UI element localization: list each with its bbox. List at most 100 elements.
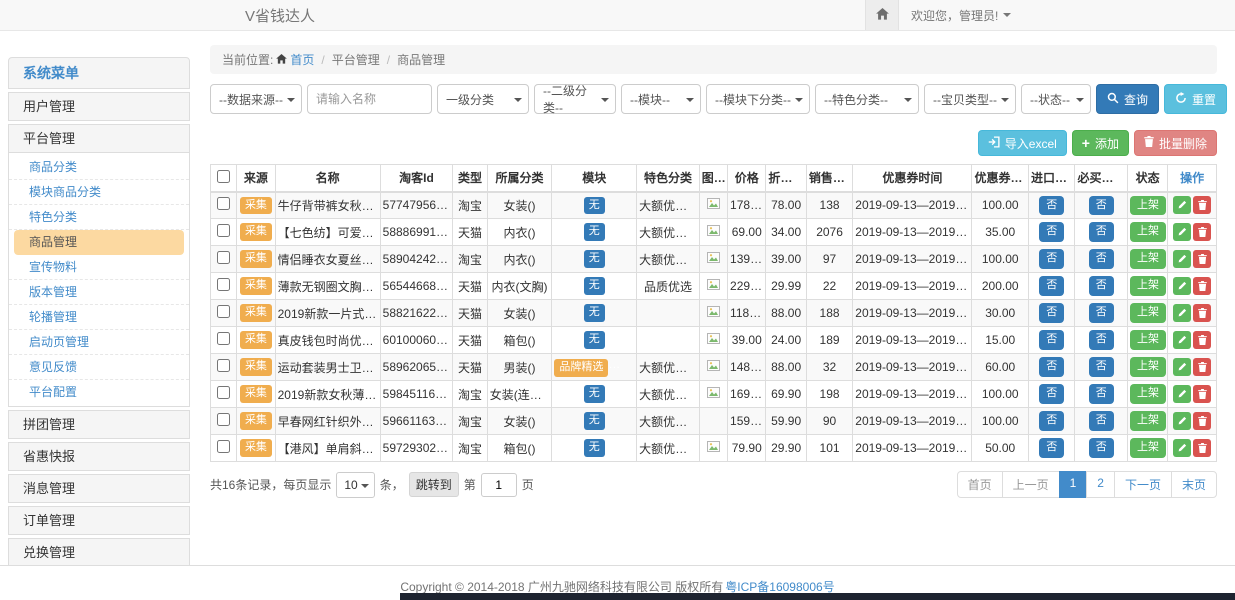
filter-item-type-select[interactable]: --宝贝类型-- <box>924 84 1016 114</box>
must-buy-toggle[interactable]: 否 <box>1089 249 1114 268</box>
status-badge[interactable]: 上架 <box>1130 249 1166 268</box>
imported-toggle[interactable]: 否 <box>1039 357 1064 376</box>
row-checkbox[interactable] <box>217 278 230 291</box>
imported-toggle[interactable]: 否 <box>1039 438 1064 457</box>
imported-toggle[interactable]: 否 <box>1039 330 1064 349</box>
filter-status-select[interactable]: --状态-- <box>1021 84 1091 114</box>
reset-button[interactable]: 重置 <box>1164 84 1227 114</box>
filter-feature-select[interactable]: --特色分类-- <box>815 84 919 114</box>
row-checkbox[interactable] <box>217 197 230 210</box>
filter-category1-select[interactable]: 一级分类 <box>437 84 529 114</box>
pager-prev[interactable]: 上一页 <box>1002 471 1060 498</box>
delete-button[interactable] <box>1193 304 1211 322</box>
must-buy-toggle[interactable]: 否 <box>1089 438 1114 457</box>
filter-category2-select[interactable]: --二级分类-- <box>534 84 616 114</box>
import-excel-button[interactable]: 导入excel <box>978 130 1067 156</box>
filter-module-select[interactable]: --模块-- <box>621 84 701 114</box>
status-badge[interactable]: 上架 <box>1130 330 1166 349</box>
edit-button[interactable] <box>1173 358 1191 376</box>
imported-toggle[interactable]: 否 <box>1039 303 1064 322</box>
delete-button[interactable] <box>1193 385 1211 403</box>
sidebar-item[interactable]: 意见反馈 <box>9 355 189 380</box>
edit-button[interactable] <box>1173 439 1191 457</box>
must-buy-toggle[interactable]: 否 <box>1089 303 1114 322</box>
imported-toggle[interactable]: 否 <box>1039 222 1064 241</box>
sidebar-item[interactable]: 模块商品分类 <box>9 180 189 205</box>
imported-toggle[interactable]: 否 <box>1039 384 1064 403</box>
row-checkbox[interactable] <box>217 305 230 318</box>
user-menu[interactable]: 欢迎您，管理员! <box>899 7 1025 24</box>
edit-button[interactable] <box>1173 223 1191 241</box>
sidebar-group[interactable]: 平台管理 <box>8 124 190 153</box>
row-checkbox[interactable] <box>217 224 230 237</box>
pager-next[interactable]: 下一页 <box>1114 471 1172 498</box>
filter-module-sub-select[interactable]: --模块下分类-- <box>706 84 810 114</box>
sidebar-group[interactable]: 兑换管理 <box>8 538 190 567</box>
delete-button[interactable] <box>1193 331 1211 349</box>
imported-toggle[interactable]: 否 <box>1039 196 1064 215</box>
sidebar-group[interactable]: 订单管理 <box>8 506 190 535</box>
sidebar-item[interactable]: 商品分类 <box>9 155 189 180</box>
pager-page-2[interactable]: 2 <box>1086 471 1115 498</box>
imported-toggle[interactable]: 否 <box>1039 276 1064 295</box>
sidebar-item[interactable]: 启动页管理 <box>9 330 189 355</box>
page-size-select[interactable]: 10 <box>336 472 374 498</box>
delete-button[interactable] <box>1193 439 1211 457</box>
must-buy-toggle[interactable]: 否 <box>1089 196 1114 215</box>
status-badge[interactable]: 上架 <box>1130 438 1166 457</box>
edit-button[interactable] <box>1173 277 1191 295</box>
delete-button[interactable] <box>1193 358 1211 376</box>
delete-button[interactable] <box>1193 250 1211 268</box>
sidebar-item[interactable]: 版本管理 <box>9 280 189 305</box>
batch-delete-button[interactable]: 批量删除 <box>1134 130 1217 156</box>
status-badge[interactable]: 上架 <box>1130 196 1166 215</box>
must-buy-toggle[interactable]: 否 <box>1089 357 1114 376</box>
must-buy-toggle[interactable]: 否 <box>1089 411 1114 430</box>
sidebar-item-active[interactable]: 商品管理 <box>14 230 184 255</box>
edit-button[interactable] <box>1173 385 1191 403</box>
sidebar-item[interactable]: 轮播管理 <box>9 305 189 330</box>
add-button[interactable]: + 添加 <box>1072 130 1129 156</box>
filter-source-select[interactable]: --数据来源-- <box>210 84 302 114</box>
delete-button[interactable] <box>1193 196 1211 214</box>
status-badge[interactable]: 上架 <box>1130 276 1166 295</box>
status-badge[interactable]: 上架 <box>1130 303 1166 322</box>
delete-button[interactable] <box>1193 277 1211 295</box>
sidebar-group[interactable]: 消息管理 <box>8 474 190 503</box>
status-badge[interactable]: 上架 <box>1130 384 1166 403</box>
row-checkbox[interactable] <box>217 413 230 426</box>
must-buy-toggle[interactable]: 否 <box>1089 222 1114 241</box>
row-checkbox[interactable] <box>217 251 230 264</box>
imported-toggle[interactable]: 否 <box>1039 411 1064 430</box>
delete-button[interactable] <box>1193 223 1211 241</box>
search-button[interactable]: 查询 <box>1096 84 1159 114</box>
row-checkbox[interactable] <box>217 332 230 345</box>
edit-button[interactable] <box>1173 304 1191 322</box>
must-buy-toggle[interactable]: 否 <box>1089 330 1114 349</box>
sidebar-item[interactable]: 平台配置 <box>9 380 189 404</box>
edit-button[interactable] <box>1173 331 1191 349</box>
sidebar-group[interactable]: 省惠快报 <box>8 442 190 471</box>
must-buy-toggle[interactable]: 否 <box>1089 276 1114 295</box>
sidebar-item[interactable]: 宣传物料 <box>9 255 189 280</box>
status-badge[interactable]: 上架 <box>1130 222 1166 241</box>
pager-first[interactable]: 首页 <box>957 471 1003 498</box>
row-checkbox[interactable] <box>217 386 230 399</box>
status-badge[interactable]: 上架 <box>1130 357 1166 376</box>
jump-button[interactable]: 跳转到 <box>409 472 459 497</box>
status-badge[interactable]: 上架 <box>1130 411 1166 430</box>
home-button[interactable] <box>865 0 899 30</box>
row-checkbox[interactable] <box>217 440 230 453</box>
sidebar-group[interactable]: 拼团管理 <box>8 410 190 439</box>
breadcrumb-home-link[interactable]: 首页 <box>290 51 314 68</box>
must-buy-toggle[interactable]: 否 <box>1089 384 1114 403</box>
page-number-input[interactable] <box>481 473 517 497</box>
select-all-checkbox[interactable] <box>217 170 230 183</box>
sidebar-item[interactable]: 特色分类 <box>9 205 189 230</box>
filter-name-input[interactable] <box>307 84 432 114</box>
edit-button[interactable] <box>1173 196 1191 214</box>
pager-page-1[interactable]: 1 <box>1059 471 1088 498</box>
sidebar-group[interactable]: 用户管理 <box>8 92 190 121</box>
imported-toggle[interactable]: 否 <box>1039 249 1064 268</box>
edit-button[interactable] <box>1173 250 1191 268</box>
